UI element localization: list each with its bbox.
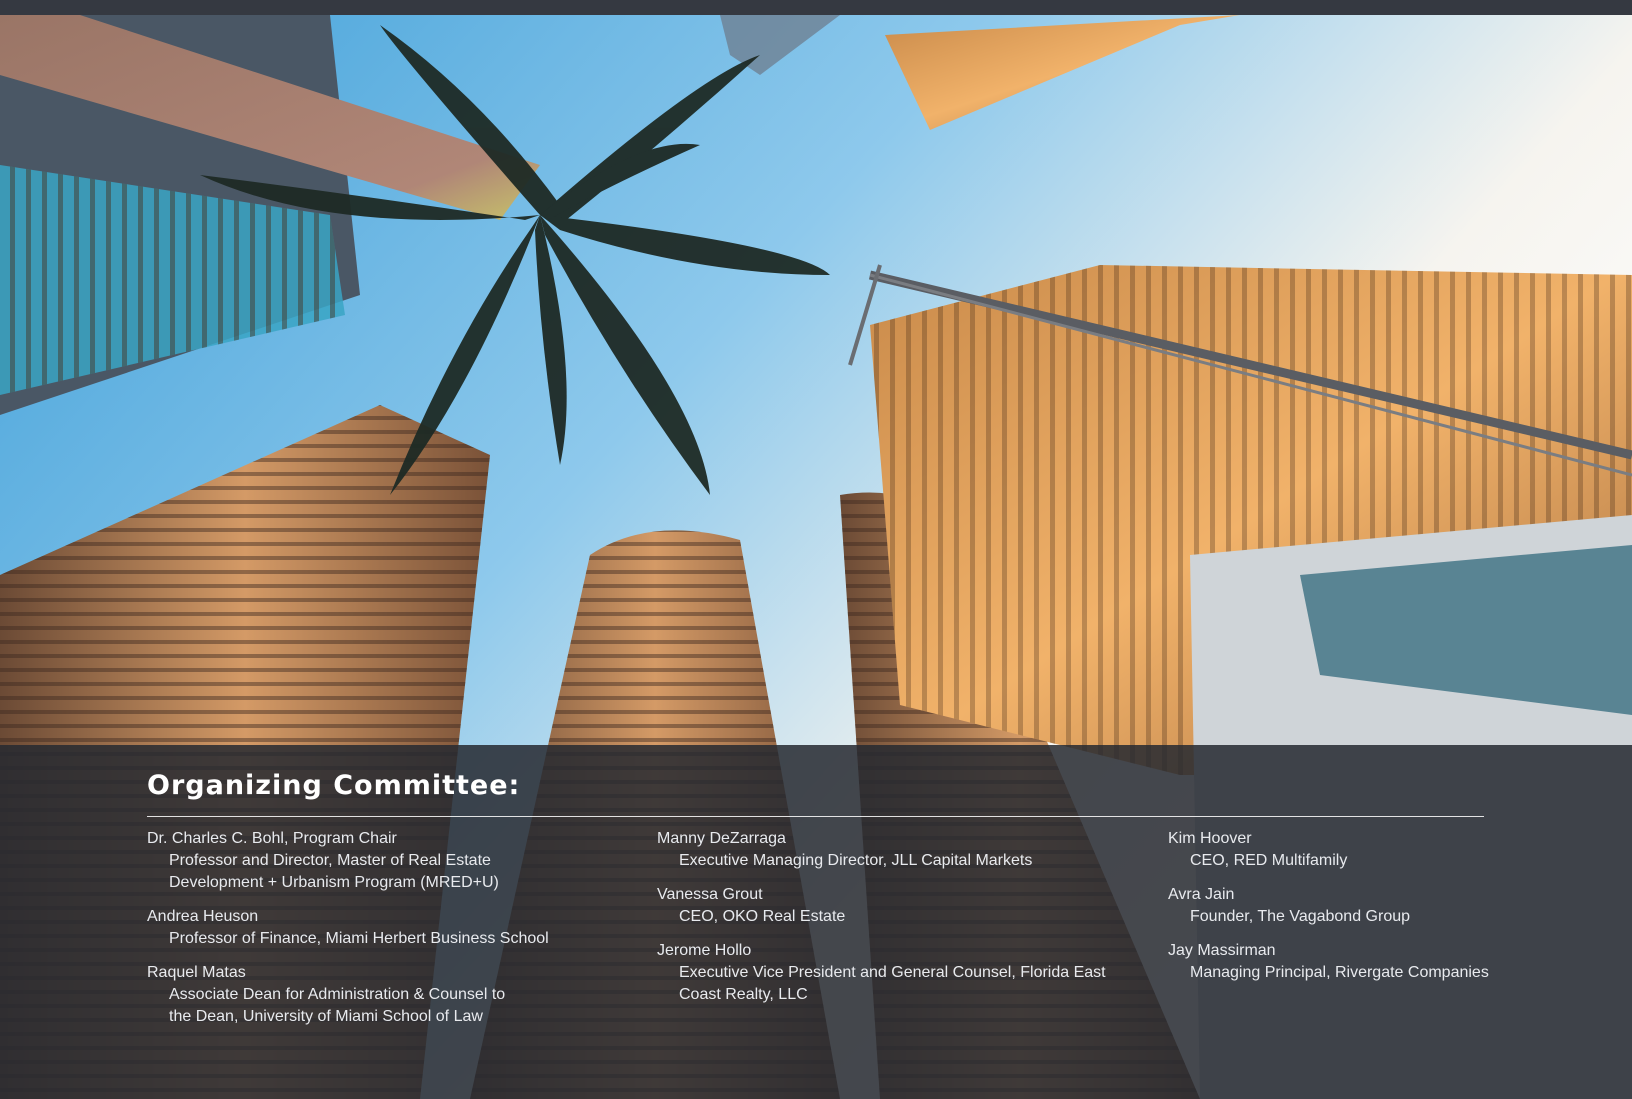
member-role: Coast Realty, LLC: [679, 986, 808, 1003]
member-name: Andrea Heuson: [147, 908, 259, 925]
member-role: CEO, OKO Real Estate: [679, 908, 846, 925]
member-role: Managing Principal, Rivergate Companies: [1190, 964, 1489, 981]
committee-member: Manny DeZarraga Executive Managing Direc…: [657, 828, 1127, 872]
committee-column-3: Kim Hoover CEO, RED Multifamily Avra Jai…: [1168, 828, 1508, 996]
member-name: Avra Jain: [1168, 886, 1235, 903]
committee-member: Dr. Charles C. Bohl, Program Chair Profe…: [147, 828, 617, 894]
member-role: Professor and Director, Master of Real E…: [169, 852, 491, 869]
committee-member: Raquel Matas Associate Dean for Administ…: [147, 962, 617, 1028]
member-role: Development + Urbanism Program (MRED+U): [169, 874, 499, 891]
brochure-page: Organizing Committee: Dr. Charles C. Boh…: [0, 0, 1632, 1099]
member-role: CEO, RED Multifamily: [1190, 852, 1348, 869]
member-name: Kim Hoover: [1168, 830, 1252, 847]
committee-member: Vanessa Grout CEO, OKO Real Estate: [657, 884, 1127, 928]
committee-heading: Organizing Committee:: [147, 770, 521, 801]
member-role: Associate Dean for Administration & Coun…: [169, 986, 506, 1003]
committee-member: Avra Jain Founder, The Vagabond Group: [1168, 884, 1508, 928]
member-name: Manny DeZarraga: [657, 830, 786, 847]
committee-column-1: Dr. Charles C. Bohl, Program Chair Profe…: [147, 828, 617, 1040]
member-role: Founder, The Vagabond Group: [1190, 908, 1411, 925]
member-role: Professor of Finance, Miami Herbert Busi…: [169, 930, 549, 947]
member-name: Raquel Matas: [147, 964, 246, 981]
committee-member: Jay Massirman Managing Principal, Riverg…: [1168, 940, 1508, 984]
member-name: Jay Massirman: [1168, 942, 1276, 959]
heading-divider: [147, 816, 1484, 817]
member-role: Executive Managing Director, JLL Capital…: [679, 852, 1033, 869]
member-name: Vanessa Grout: [657, 886, 763, 903]
member-role: the Dean, University of Miami School of …: [169, 1008, 483, 1025]
committee-member: Andrea Heuson Professor of Finance, Miam…: [147, 906, 617, 950]
member-name: Dr. Charles C. Bohl, Program Chair: [147, 830, 397, 847]
committee-member: Jerome Hollo Executive Vice President an…: [657, 940, 1127, 1006]
committee-member: Kim Hoover CEO, RED Multifamily: [1168, 828, 1508, 872]
member-name: Jerome Hollo: [657, 942, 752, 959]
committee-column-2: Manny DeZarraga Executive Managing Direc…: [657, 828, 1127, 1018]
top-bar: [0, 0, 1632, 15]
member-role: Executive Vice President and General Cou…: [679, 964, 1106, 981]
